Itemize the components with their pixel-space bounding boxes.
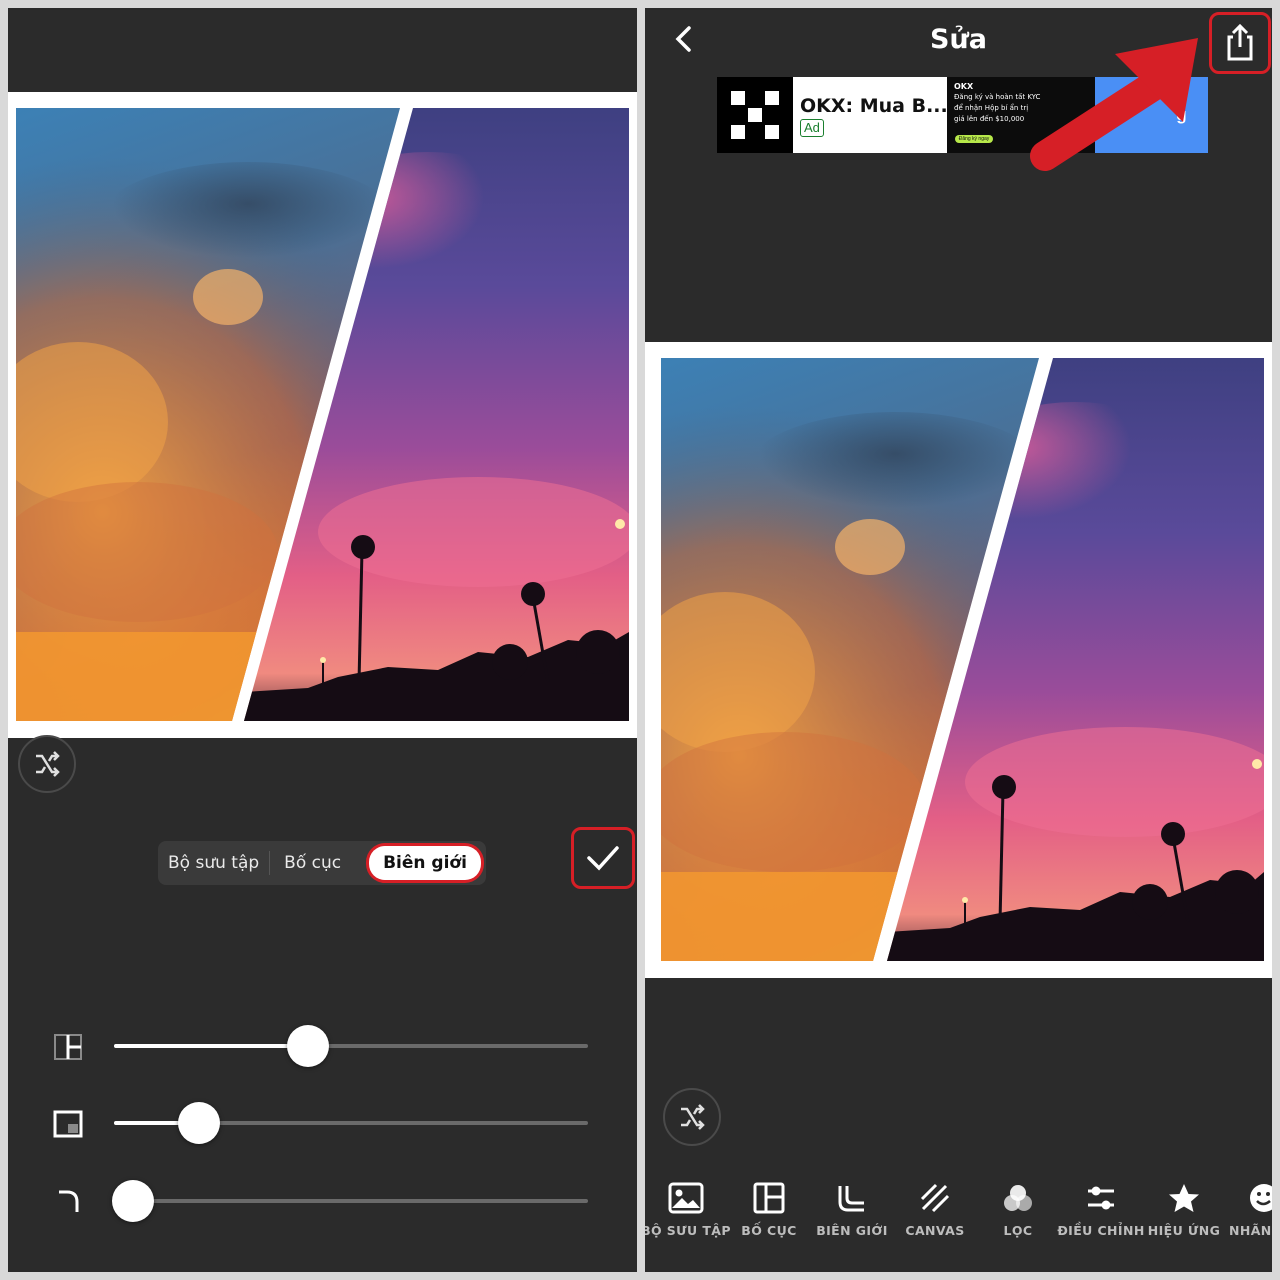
slider-fill <box>114 1044 309 1048</box>
ad-headline: OKX: Mua B... <box>800 95 948 117</box>
outer-border-slider[interactable] <box>48 1101 588 1145</box>
corner-radius-slider[interactable] <box>48 1179 588 1223</box>
image-icon <box>668 1182 704 1214</box>
checkmark-icon <box>587 846 619 871</box>
collage-photos <box>16 108 629 721</box>
ad-badge: Ad <box>800 119 824 137</box>
tool-sticker[interactable]: NHÃN <box>1217 1173 1272 1238</box>
sticker-icon <box>1250 1184 1272 1212</box>
shuffle-button[interactable] <box>18 735 76 793</box>
tool-border[interactable]: BIÊN GIỚI <box>807 1173 897 1238</box>
adjust-icon <box>1088 1186 1114 1210</box>
share-icon <box>1227 23 1253 61</box>
bottom-toolbar: BỘ SƯU TẬP BỐ CỤC BIÊN GIỚI CANVAS LỌC Đ… <box>645 1173 1272 1263</box>
tool-filter[interactable]: LỌC <box>973 1173 1063 1238</box>
tool-adjust[interactable]: ĐIỀU CHỈNH <box>1056 1173 1146 1238</box>
page-title: Sửa <box>930 24 987 55</box>
tool-canvas[interactable]: CANVAS <box>890 1173 980 1238</box>
ad-cta-button[interactable]: g <box>1095 77 1208 153</box>
filter-icon <box>1004 1185 1032 1211</box>
shuffle-icon <box>36 751 60 777</box>
top-spacer <box>8 8 637 92</box>
ad-creative: OKX Đăng ký và hoàn tất KYC để nhận Hộp … <box>947 77 1095 153</box>
layout-icon <box>753 1182 785 1214</box>
collage-photos <box>661 358 1264 961</box>
border-icon <box>838 1186 864 1212</box>
photo-collage[interactable] <box>645 342 1272 978</box>
tab-border[interactable]: Biên giới <box>369 846 481 880</box>
ad-creative-button: Đăng ký ngay <box>955 135 993 143</box>
tab-collection[interactable]: Bộ sưu tập <box>158 841 269 885</box>
tool-layout[interactable]: BỐ CỤC <box>724 1173 814 1238</box>
slider-thumb[interactable] <box>178 1102 221 1144</box>
star-icon <box>1169 1184 1199 1212</box>
photo-collage[interactable] <box>8 92 637 738</box>
tool-effects[interactable]: HIỆU ỨNG <box>1139 1173 1229 1238</box>
inner-border-slider[interactable] <box>48 1024 588 1068</box>
left-editor-panel: Bộ sưu tập Bố cục Biên giới <box>8 8 637 1272</box>
okx-logo <box>717 77 793 153</box>
right-editor-panel: Sửa OKX: Mua B... Ad OKX Đăng ký và hoàn… <box>645 8 1272 1272</box>
shuffle-icon <box>681 1104 705 1130</box>
tool-collection[interactable]: BỘ SƯU TẬP <box>645 1173 731 1238</box>
slider-thumb[interactable] <box>111 1180 154 1222</box>
inner-border-icon <box>48 1032 88 1062</box>
corner-radius-icon <box>48 1187 88 1217</box>
advertisement-banner[interactable]: OKX: Mua B... Ad OKX Đăng ký và hoàn tất… <box>717 77 1208 153</box>
share-button[interactable] <box>1209 12 1271 74</box>
editor-tab-bar: Bộ sưu tập Bố cục Biên giới <box>158 841 486 885</box>
tab-layout[interactable]: Bố cục <box>270 841 351 885</box>
ad-creative-text: OKX Đăng ký và hoàn tất KYC để nhận Hộp … <box>954 82 1041 123</box>
shuffle-button[interactable] <box>663 1088 721 1146</box>
confirm-button[interactable] <box>571 827 635 889</box>
canvas-icon <box>920 1183 950 1213</box>
slider-thumb[interactable] <box>287 1025 330 1067</box>
outer-border-icon <box>48 1109 88 1139</box>
